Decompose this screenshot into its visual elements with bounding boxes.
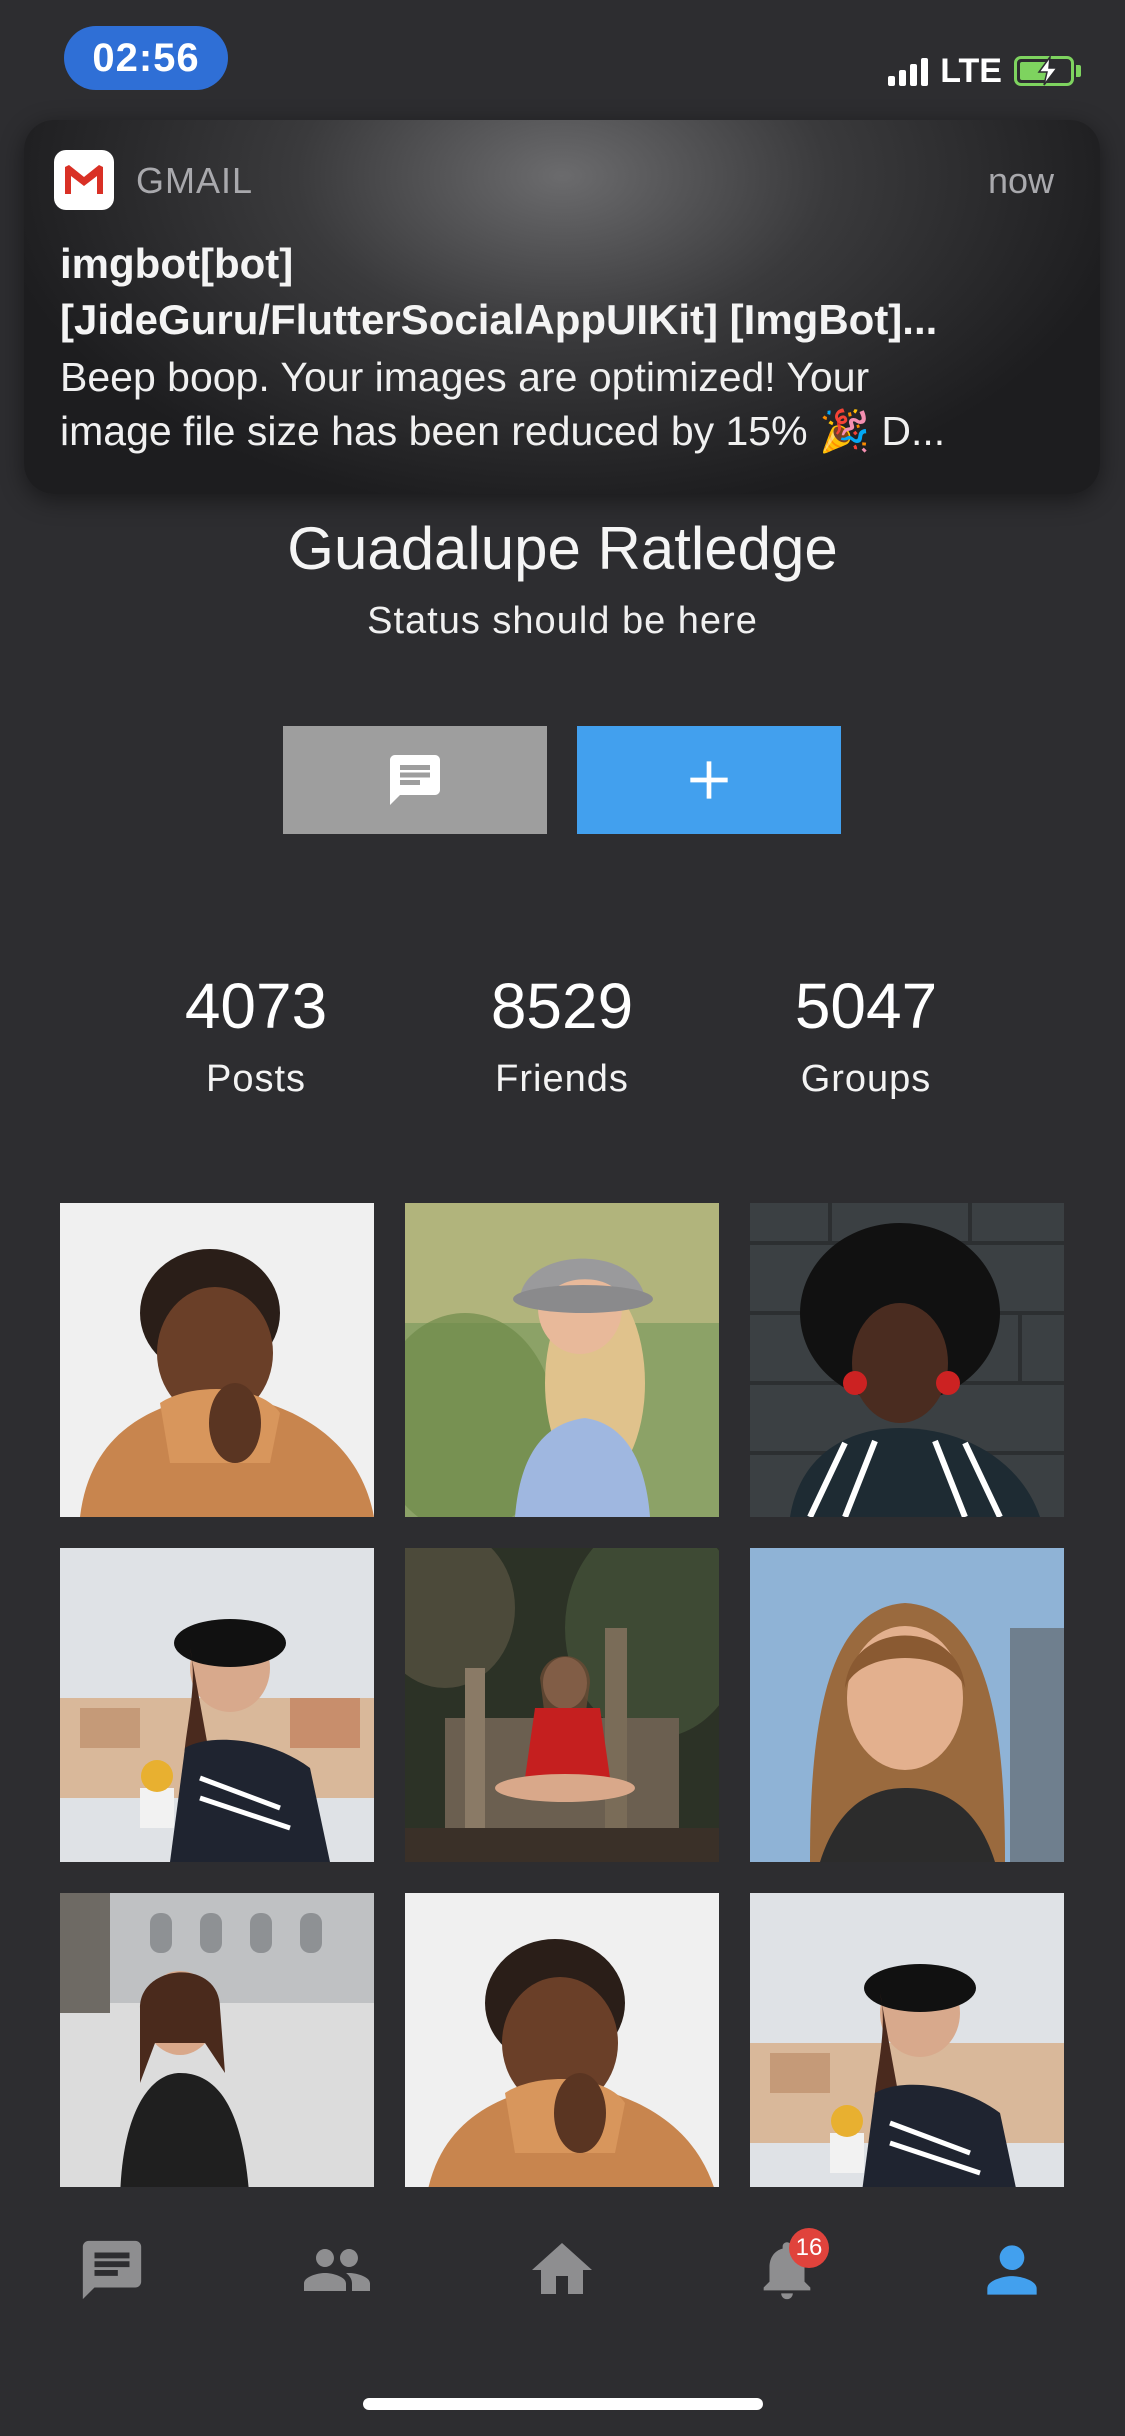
photo-8[interactable] <box>405 1893 719 2187</box>
profile-name: Guadalupe Ratledge <box>287 515 838 582</box>
signal-icon <box>888 56 929 86</box>
status-indicators: LTE <box>888 48 1081 94</box>
photo-6[interactable] <box>750 1548 1064 1862</box>
stat-posts-value: 4073 <box>184 970 328 1042</box>
profile-status: Status should be here <box>367 600 758 642</box>
photo-2[interactable] <box>405 1203 719 1517</box>
bottom-navigation: 16 <box>0 2194 1125 2344</box>
add-friend-button[interactable] <box>577 726 841 834</box>
nav-notifications-button[interactable]: 16 <box>747 2228 829 2310</box>
battery-icon <box>1014 56 1074 86</box>
notification-body: Beep boop. Your images are optimized! Yo… <box>60 350 1060 458</box>
notification-count-badge: 16 <box>789 2228 829 2268</box>
photo-4[interactable] <box>60 1548 374 1862</box>
stat-posts-label: Posts <box>205 1058 307 1100</box>
friends-icon <box>304 2249 370 2291</box>
stat-posts[interactable]: 4073 Posts <box>146 966 366 1101</box>
network-label: LTE <box>940 51 1002 90</box>
stat-groups[interactable]: 5047 Groups <box>756 966 976 1101</box>
notification-app: GMAIL <box>136 160 254 201</box>
photo-5[interactable] <box>405 1548 719 1862</box>
notification-title: imgbot[bot] [JideGuru/FlutterSocialAppUI… <box>60 236 1060 348</box>
photo-grid <box>60 1203 1065 2187</box>
status-time: 02:56 <box>64 26 228 90</box>
photo-3[interactable] <box>750 1203 1064 1517</box>
notification-body-line-1: Beep boop. Your images are optimized! Yo… <box>60 354 870 400</box>
nav-friends-button[interactable] <box>297 2230 377 2310</box>
photo-7[interactable] <box>60 1893 374 2187</box>
home-indicator[interactable] <box>363 2398 763 2410</box>
battery-cap <box>1076 65 1081 77</box>
nav-profile-button[interactable] <box>972 2230 1052 2310</box>
photo-9[interactable] <box>750 1893 1064 2187</box>
chat-icon <box>82 2240 142 2300</box>
message-icon <box>390 755 440 805</box>
stat-groups-value: 5047 <box>794 970 938 1042</box>
nav-home-button[interactable] <box>522 2230 602 2310</box>
profile-icon <box>987 2245 1037 2295</box>
home-icon <box>532 2243 592 2294</box>
nav-chat-button[interactable] <box>72 2230 152 2310</box>
message-button[interactable] <box>283 726 547 834</box>
notification-body-line-2: image file size has been reduced by 15% … <box>60 408 946 454</box>
add-icon <box>690 761 728 799</box>
gmail-icon <box>54 150 114 210</box>
stat-friends-value: 8529 <box>490 970 634 1042</box>
notification-time: now <box>987 160 1054 201</box>
notification-banner[interactable]: GMAIL now imgbot[bot] [JideGuru/FlutterS… <box>24 120 1100 494</box>
notification-title-line-1: imgbot[bot] <box>60 240 294 287</box>
photo-1[interactable] <box>60 1203 374 1517</box>
stat-friends[interactable]: 8529 Friends <box>452 966 672 1101</box>
stat-friends-label: Friends <box>495 1058 629 1100</box>
notification-title-line-2: [JideGuru/FlutterSocialAppUIKit] [ImgBot… <box>60 296 938 343</box>
stat-groups-label: Groups <box>800 1058 932 1100</box>
